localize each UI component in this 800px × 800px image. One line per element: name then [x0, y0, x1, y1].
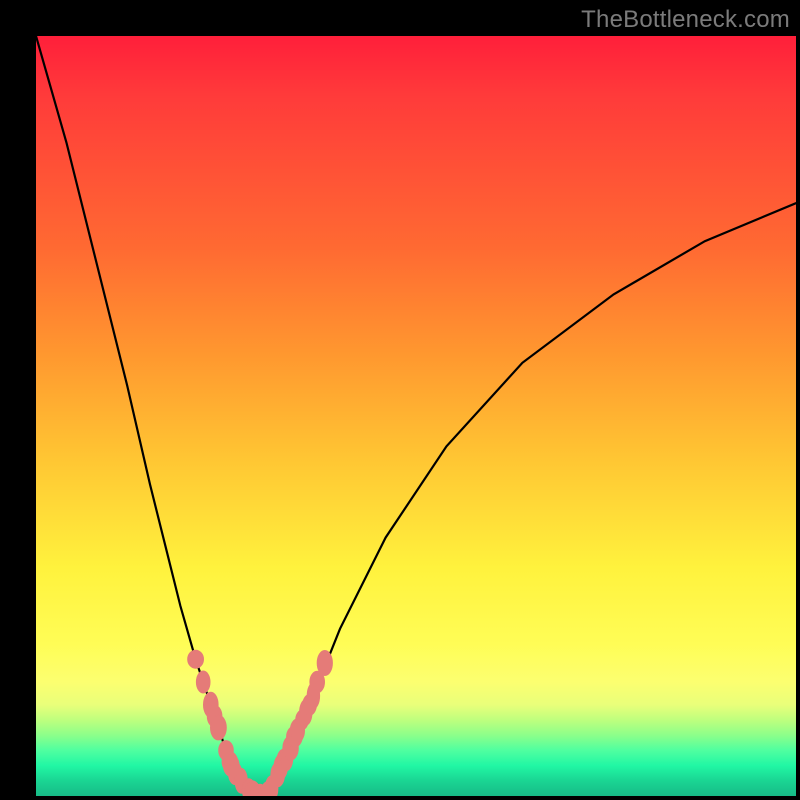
marker-dot — [196, 671, 210, 693]
marker-dot — [211, 715, 227, 740]
marker-dot — [188, 650, 204, 668]
bottleneck-curve-svg — [36, 36, 796, 796]
bottleneck-curve-path — [36, 36, 796, 796]
chart-frame: TheBottleneck.com — [0, 0, 800, 800]
marker-group — [188, 650, 333, 796]
plot-area — [36, 36, 796, 796]
marker-dot — [317, 651, 332, 676]
watermark-label: TheBottleneck.com — [581, 6, 790, 34]
